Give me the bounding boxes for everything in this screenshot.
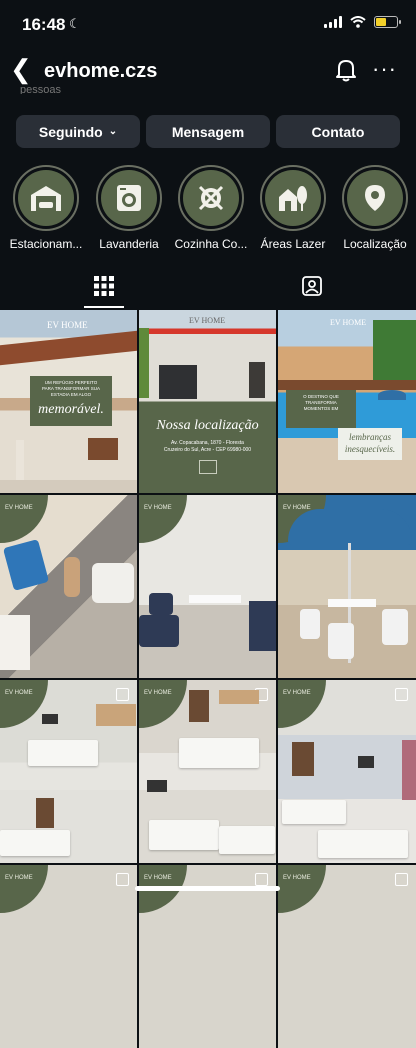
badge-text: EV HOME bbox=[283, 690, 311, 696]
badge-text: EV HOME bbox=[144, 875, 172, 881]
profile-actions: Seguindo ⌄ Mensagem Contato bbox=[16, 115, 400, 148]
post-thumbnail[interactable]: EV HOME bbox=[139, 865, 276, 1048]
carousel-icon bbox=[395, 873, 408, 886]
bell-icon[interactable] bbox=[335, 58, 357, 82]
post-thumbnail[interactable]: EV HOME bbox=[0, 495, 137, 678]
contact-button[interactable]: Contato bbox=[276, 115, 400, 148]
highlight-label: Lavanderia bbox=[99, 237, 159, 251]
profile-tabs bbox=[0, 270, 416, 308]
brand-badge: EV HOME bbox=[139, 495, 187, 543]
highlight-location[interactable]: Localização bbox=[334, 165, 416, 251]
brand-badge: EV HOME bbox=[278, 865, 326, 913]
tagged-person-icon bbox=[302, 276, 322, 296]
signal-icon bbox=[324, 16, 342, 28]
status-bar: 16:48 ☾ bbox=[0, 0, 416, 48]
post-thumbnail[interactable]: EV HOME O DESTINO QUE TRANSFORMA MOMENTO… bbox=[278, 310, 416, 493]
post-headline: lembranças bbox=[349, 432, 391, 442]
carousel-icon bbox=[116, 873, 129, 886]
brand-badge: EV HOME bbox=[0, 680, 48, 728]
garage-icon bbox=[31, 186, 61, 211]
badge-text: EV HOME bbox=[144, 505, 172, 511]
grid-icon bbox=[94, 276, 114, 296]
story-highlights: Estacionam... Lavanderia Cozinha Co... Á… bbox=[0, 165, 416, 255]
home-indicator bbox=[135, 886, 280, 891]
house-tree-icon bbox=[279, 186, 307, 211]
post-thumbnail[interactable]: EV HOME bbox=[139, 680, 276, 863]
highlight-leisure[interactable]: Áreas Lazer bbox=[252, 165, 334, 251]
more-options-icon[interactable]: ··· bbox=[372, 56, 397, 82]
washing-machine-icon bbox=[117, 185, 141, 211]
highlight-parking[interactable]: Estacionam... bbox=[5, 165, 87, 251]
status-time: 16:48 bbox=[22, 15, 66, 34]
carousel-icon bbox=[395, 688, 408, 701]
tab-tagged[interactable] bbox=[208, 270, 416, 308]
brand-badge: EV HOME bbox=[0, 865, 48, 913]
status-icons bbox=[324, 16, 401, 28]
post-text: MOMENTOS EM bbox=[303, 406, 339, 411]
post-headline: Nossa localização bbox=[156, 418, 259, 433]
carousel-icon bbox=[255, 873, 268, 886]
post-thumbnail[interactable]: EV HOME bbox=[0, 865, 137, 1048]
highlight-label: Localização bbox=[343, 237, 407, 251]
badge-text: EV HOME bbox=[144, 690, 172, 696]
message-button[interactable]: Mensagem bbox=[146, 115, 270, 148]
following-button[interactable]: Seguindo ⌄ bbox=[16, 115, 140, 148]
highlight-kitchen[interactable]: Cozinha Co... bbox=[170, 165, 252, 251]
badge-text: EV HOME bbox=[5, 690, 33, 696]
post-thumbnail[interactable]: EV HOME bbox=[278, 865, 416, 1048]
kitchen-icon bbox=[198, 185, 224, 211]
battery-icon bbox=[374, 16, 401, 28]
brand-badge: EV HOME bbox=[278, 680, 326, 728]
highlight-laundry[interactable]: Lavanderia bbox=[88, 165, 170, 251]
wifi-icon bbox=[350, 16, 366, 28]
post-thumbnail[interactable]: EV HOME UM REFÚGIO PERFEITO PARA TRANSFO… bbox=[0, 310, 137, 493]
following-label: Seguindo bbox=[38, 123, 103, 140]
post-thumbnail[interactable]: EV HOME bbox=[278, 680, 416, 863]
post-brand: EV HOME bbox=[47, 320, 88, 330]
location-pin-icon bbox=[365, 185, 385, 211]
post-thumbnail[interactable]: EV HOME bbox=[0, 680, 137, 863]
post-headline: memorável. bbox=[38, 402, 104, 417]
post-thumbnail[interactable]: EV HOME bbox=[139, 495, 276, 678]
brand-badge: EV HOME bbox=[139, 680, 187, 728]
chevron-down-icon: ⌄ bbox=[108, 126, 118, 137]
highlight-label: Estacionam... bbox=[9, 237, 83, 251]
badge-text: EV HOME bbox=[5, 505, 33, 511]
moon-icon: ☾ bbox=[69, 16, 81, 31]
post-text: Av. Copacabana, 1870 - Floresta bbox=[171, 440, 244, 446]
brand-badge: EV HOME bbox=[0, 495, 48, 543]
message-label: Mensagem bbox=[171, 123, 245, 140]
post-text: Cruzeiro do Sul, Acre - CEP 69980-000 bbox=[163, 447, 252, 453]
contact-label: Contato bbox=[311, 123, 365, 140]
post-headline: inesquecíveis. bbox=[344, 444, 396, 454]
profile-username: evhome.czs bbox=[44, 60, 158, 82]
posts-grid: EV HOME UM REFÚGIO PERFEITO PARA TRANSFO… bbox=[0, 310, 416, 1048]
post-brand: EV HOME bbox=[330, 318, 367, 327]
post-thumbnail[interactable]: EV HOME bbox=[278, 495, 416, 678]
post-thumbnail[interactable]: EV HOME Nossa localização Av. Copacabana… bbox=[139, 310, 276, 493]
badge-text: EV HOME bbox=[283, 505, 311, 511]
highlight-label: Cozinha Co... bbox=[174, 237, 248, 251]
back-icon[interactable]: ❮ bbox=[10, 54, 32, 85]
badge-text: EV HOME bbox=[5, 875, 33, 881]
tab-posts-grid[interactable] bbox=[0, 270, 208, 308]
badge-text: EV HOME bbox=[283, 875, 311, 881]
post-text: ESTADIA EM ALGO bbox=[50, 392, 92, 397]
carousel-icon bbox=[116, 688, 129, 701]
highlight-label: Áreas Lazer bbox=[260, 237, 326, 251]
post-brand: EV HOME bbox=[189, 316, 226, 325]
bio-peek-text: pessoas bbox=[20, 84, 61, 94]
